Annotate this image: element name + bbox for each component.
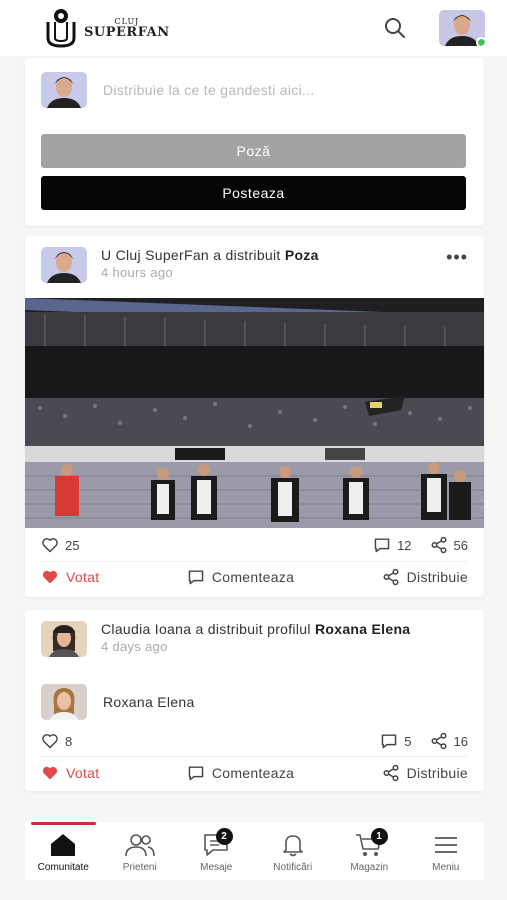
cart-badge: 1 <box>370 828 388 845</box>
share-button[interactable]: Distribuie <box>382 764 468 782</box>
comments-count[interactable]: 12 <box>373 537 412 553</box>
post-timestamp: 4 days ago <box>101 639 168 654</box>
post-action-text: a distribuit <box>213 247 281 263</box>
post-button[interactable]: Posteaza <box>41 176 466 210</box>
logo-monogram-icon <box>44 8 78 48</box>
post-author-avatar[interactable] <box>41 247 87 283</box>
comment-icon <box>188 570 204 585</box>
friends-icon <box>124 834 155 857</box>
post-headline: U Cluj SuperFan a distribuit Poza <box>101 247 446 264</box>
logo-big-text: SUPERFAN <box>84 24 170 40</box>
comment-button[interactable]: Comenteaza <box>187 569 294 585</box>
profile-avatar[interactable] <box>439 10 485 46</box>
feed-post: U Cluj SuperFan a distribuit Poza 4 hour… <box>25 236 484 597</box>
home-icon <box>51 834 76 856</box>
post-action-text: a distribuit profilul <box>195 621 311 637</box>
top-bar: CLUJ SUPERFAN <box>0 0 507 56</box>
menu-icon <box>434 837 457 853</box>
shares-count[interactable]: 56 <box>430 536 468 554</box>
heart-filled-icon <box>42 766 58 780</box>
heart-outline-icon <box>42 538 58 553</box>
app-logo[interactable]: CLUJ SUPERFAN <box>44 8 170 48</box>
post-timestamp: 4 hours ago <box>101 265 173 280</box>
share-button[interactable]: Distribuie <box>382 568 468 586</box>
nav-item-meniu[interactable]: Meniu <box>408 822 485 880</box>
comment-icon <box>188 766 204 781</box>
shared-profile-card[interactable]: Roxana Elena <box>41 684 195 720</box>
composer-input[interactable] <box>103 82 423 98</box>
comment-button[interactable]: Comenteaza <box>187 765 294 781</box>
share-icon <box>431 732 447 750</box>
likes-count[interactable]: 8 <box>41 733 72 749</box>
search-icon <box>385 18 405 38</box>
post-object-link[interactable]: Roxana Elena <box>315 621 410 637</box>
composer-avatar <box>41 72 87 108</box>
shared-profile-avatar <box>41 684 87 720</box>
comment-icon <box>382 734 397 749</box>
post-author-name[interactable]: U Cluj SuperFan <box>101 247 209 263</box>
nav-item-mesaje[interactable]: 2 Mesaje <box>178 822 255 880</box>
post-object-link[interactable]: Poza <box>285 247 319 263</box>
more-options-icon[interactable]: ••• <box>446 247 468 266</box>
share-icon <box>383 764 399 782</box>
share-icon <box>383 568 399 586</box>
photo-button[interactable]: Poză <box>41 134 466 168</box>
nav-item-prieteni[interactable]: Prieteni <box>102 822 179 880</box>
feed-post: Claudia Ioana a distribuit profilul Roxa… <box>25 610 484 791</box>
comment-icon <box>374 538 390 553</box>
nav-item-notificari[interactable]: Notificări <box>255 822 332 880</box>
vote-button[interactable]: Votat <box>41 569 99 585</box>
post-author-avatar[interactable] <box>41 621 87 657</box>
vote-button[interactable]: Votat <box>41 765 99 781</box>
post-headline: Claudia Ioana a distribuit profilul Roxa… <box>101 621 468 638</box>
share-icon <box>431 536 447 554</box>
divider <box>41 756 468 757</box>
heart-outline-icon <box>42 734 58 749</box>
post-composer: Poză Posteaza <box>25 58 484 226</box>
shared-profile-name: Roxana Elena <box>103 694 195 710</box>
comments-count[interactable]: 5 <box>380 733 412 749</box>
likes-count[interactable]: 25 <box>41 537 79 553</box>
divider <box>41 561 468 562</box>
shares-count[interactable]: 16 <box>430 732 468 750</box>
online-status-dot <box>476 37 485 46</box>
nav-item-comunitate[interactable]: Comunitate <box>25 822 102 880</box>
heart-filled-icon <box>42 570 58 584</box>
bottom-nav: Comunitate Prieteni 2 Mesaje Notificări … <box>25 822 484 880</box>
bell-icon <box>282 835 303 857</box>
nav-item-magazin[interactable]: 1 Magazin <box>331 822 408 880</box>
post-photo[interactable] <box>25 298 484 528</box>
post-author-name[interactable]: Claudia Ioana <box>101 621 191 637</box>
messages-badge: 2 <box>215 828 233 845</box>
search-button[interactable] <box>379 12 411 44</box>
